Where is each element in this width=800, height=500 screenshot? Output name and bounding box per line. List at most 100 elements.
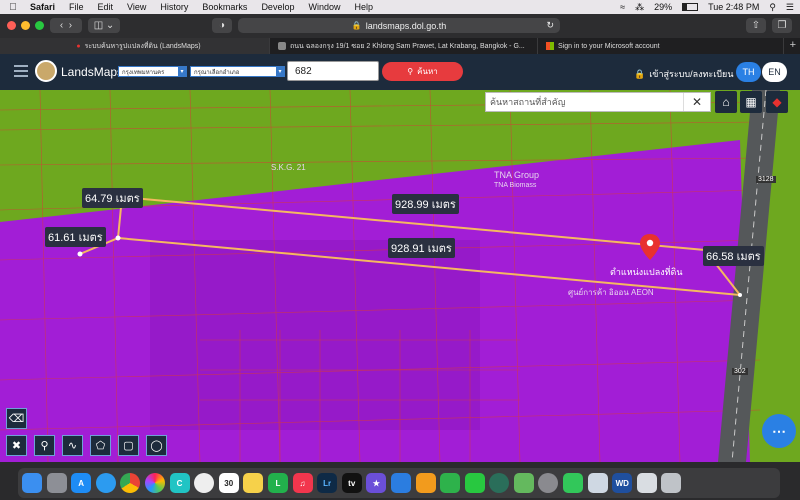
canva-icon[interactable]: C bbox=[169, 473, 190, 493]
login-link[interactable]: 🔒 เข้าสู่ระบบ/ลงทะเบียน bbox=[634, 67, 733, 81]
menu-develop[interactable]: Develop bbox=[261, 2, 294, 12]
home-icon[interactable]: ⌂ bbox=[715, 91, 737, 113]
tab-overview-button[interactable]: ❐ bbox=[772, 18, 792, 33]
eraser-icon[interactable]: ⌫ bbox=[6, 408, 27, 429]
menu-help[interactable]: Help bbox=[354, 2, 373, 12]
notes-icon[interactable] bbox=[243, 473, 264, 493]
menu-app-name[interactable]: Safari bbox=[30, 2, 55, 12]
search-icon: ⚲ bbox=[407, 67, 414, 76]
lang-th-button[interactable]: TH bbox=[736, 62, 761, 82]
messages-icon[interactable] bbox=[563, 473, 584, 493]
app-store-icon[interactable]: A bbox=[71, 473, 92, 493]
tab-bar: ● ระบบค้นหารูปแปลงที่ดิน (LandsMaps) ถนน… bbox=[0, 38, 800, 54]
wifi-icon[interactable]: ≈ bbox=[620, 2, 625, 12]
clear-icon[interactable]: ✕ bbox=[683, 93, 710, 111]
chevron-down-icon: ▾ bbox=[178, 67, 186, 76]
landsmaps-header: LandsMaps กรุงเทพมหานคร ▾ กรุณาเลือกอำเภ… bbox=[0, 54, 800, 90]
hamburger-menu-icon[interactable] bbox=[14, 64, 28, 78]
grid-icon[interactable]: ▦ bbox=[740, 91, 762, 113]
district-value: กรุณาเลือกอำเภอ bbox=[194, 69, 240, 76]
measurement-west-top: 64.79 เมตร bbox=[82, 188, 143, 208]
facetime-icon[interactable] bbox=[464, 473, 485, 493]
window-controls bbox=[7, 21, 44, 30]
finder-icon[interactable] bbox=[22, 473, 42, 493]
province-select[interactable]: กรุงเทพมหานคร ▾ bbox=[118, 66, 187, 77]
map-canvas[interactable]: S.K.G. 21 TNA Group TNA Biomass ศูนย์การ… bbox=[0, 90, 800, 462]
road-number-3128: 3128 bbox=[756, 176, 776, 183]
battery-icon[interactable] bbox=[682, 3, 699, 11]
tab-landsmaps[interactable]: ● ระบบค้นหารูปแปลงที่ดิน (LandsMaps) bbox=[0, 38, 270, 54]
line-icon[interactable]: L bbox=[267, 473, 288, 493]
music-player-icon[interactable] bbox=[194, 473, 215, 493]
menu-file[interactable]: File bbox=[69, 2, 84, 12]
district-select[interactable]: กรุณาเลือกอำเภอ ▾ bbox=[190, 66, 285, 77]
menu-edit[interactable]: Edit bbox=[98, 2, 114, 12]
chrome-icon[interactable] bbox=[120, 473, 141, 493]
search-icon[interactable]: ⚲ bbox=[769, 2, 776, 13]
layers-icon[interactable]: ◆ bbox=[766, 91, 788, 113]
launchpad-icon[interactable] bbox=[46, 473, 67, 493]
province-value: กรุงเทพมหานคร bbox=[122, 69, 165, 76]
safari-icon[interactable] bbox=[95, 473, 116, 493]
parcel-number-input[interactable]: 682 bbox=[287, 61, 379, 81]
music-icon[interactable]: ♫ bbox=[292, 473, 313, 493]
menu-window[interactable]: Window bbox=[308, 2, 340, 12]
status-area: ≈ ⁂ 29% Tue 2:48 PM ⚲ ☰ bbox=[620, 0, 794, 14]
wd-drive-icon[interactable]: WD bbox=[612, 473, 633, 493]
photos-icon[interactable] bbox=[144, 473, 165, 493]
battery-percent: 29% bbox=[654, 2, 673, 12]
pages-icon[interactable] bbox=[415, 473, 436, 493]
privacy-report-icon[interactable]: ◑ bbox=[212, 18, 232, 33]
bluetooth-icon[interactable]: ⁂ bbox=[635, 2, 644, 13]
menu-bookmarks[interactable]: Bookmarks bbox=[202, 2, 247, 12]
landmark-search-input[interactable]: ค้นหาสถานที่สำคัญ ✕ bbox=[485, 92, 711, 112]
trash-icon[interactable] bbox=[661, 473, 682, 493]
tab-microsoft[interactable]: Sign in to your Microsoft account bbox=[538, 38, 784, 54]
new-tab-button[interactable]: + bbox=[790, 39, 796, 51]
lock-icon: 🔒 bbox=[351, 21, 362, 30]
dock-shelf: A C 30 L ♫ Lr tv ★ WD bbox=[18, 468, 780, 498]
url-text: landsmaps.dol.go.th bbox=[365, 20, 447, 31]
control-center-icon[interactable]: ☰ bbox=[786, 2, 794, 13]
minimize-window-icon[interactable] bbox=[21, 21, 30, 30]
time-machine-icon[interactable] bbox=[489, 473, 510, 493]
microsoft-favicon-icon bbox=[546, 42, 554, 50]
settings-icon[interactable] bbox=[538, 473, 559, 493]
search-button[interactable]: ⚲ ค้นหา bbox=[382, 62, 463, 81]
keynote-icon[interactable] bbox=[390, 473, 411, 493]
menu-history[interactable]: History bbox=[160, 2, 188, 12]
zoom-window-icon[interactable] bbox=[35, 21, 44, 30]
calendar-icon[interactable]: 30 bbox=[218, 473, 239, 493]
apple-icon[interactable]:  bbox=[6, 2, 20, 13]
imovie-icon[interactable]: ★ bbox=[366, 473, 387, 493]
back-forward-buttons[interactable]: ‹ › bbox=[50, 18, 82, 33]
downloads-icon[interactable] bbox=[636, 473, 657, 493]
circle-tool-icon[interactable]: ◯ bbox=[146, 435, 167, 456]
line-tool-icon[interactable]: ∿ bbox=[62, 435, 83, 456]
poi-skg: S.K.G. 21 bbox=[271, 163, 306, 172]
polygon-tool-icon[interactable]: ⬠ bbox=[90, 435, 111, 456]
close-window-icon[interactable] bbox=[7, 21, 16, 30]
address-bar[interactable]: 🔒 landsmaps.dol.go.th ↻ bbox=[238, 18, 560, 33]
measurement-east-side: 66.58 เมตร bbox=[703, 246, 764, 266]
reload-icon[interactable]: ↻ bbox=[546, 20, 554, 31]
lightroom-icon[interactable]: Lr bbox=[317, 473, 338, 493]
tab-google-maps[interactable]: ถนน ฉลองกรุง 19/1 ซอย 2 Khlong Sam Prawe… bbox=[270, 38, 538, 54]
apple-tv-icon[interactable]: tv bbox=[341, 473, 362, 493]
menu-view[interactable]: View bbox=[127, 2, 146, 12]
sidebar-toggle-button[interactable]: ◫ ⌄ bbox=[88, 18, 120, 33]
chevron-down-icon: ▾ bbox=[276, 67, 284, 76]
browser-toolbar: ‹ › ◫ ⌄ ◑ 🔒 landsmaps.dol.go.th ↻ ⇧ ❐ bbox=[0, 14, 800, 39]
maps-favicon-icon bbox=[278, 42, 286, 50]
share-button[interactable]: ⇧ bbox=[746, 18, 766, 33]
numbers-icon[interactable] bbox=[440, 473, 461, 493]
rectangle-tool-icon[interactable]: ▢ bbox=[118, 435, 139, 456]
maps-icon[interactable] bbox=[513, 473, 534, 493]
lang-en-button[interactable]: EN bbox=[762, 62, 787, 82]
more-options-button[interactable]: ⋯ bbox=[762, 414, 796, 448]
point-tool-icon[interactable]: ⚲ bbox=[34, 435, 55, 456]
preview-icon[interactable] bbox=[587, 473, 608, 493]
tools-icon[interactable]: ✖ bbox=[6, 435, 27, 456]
dol-logo bbox=[35, 60, 57, 82]
clock[interactable]: Tue 2:48 PM bbox=[708, 2, 759, 12]
